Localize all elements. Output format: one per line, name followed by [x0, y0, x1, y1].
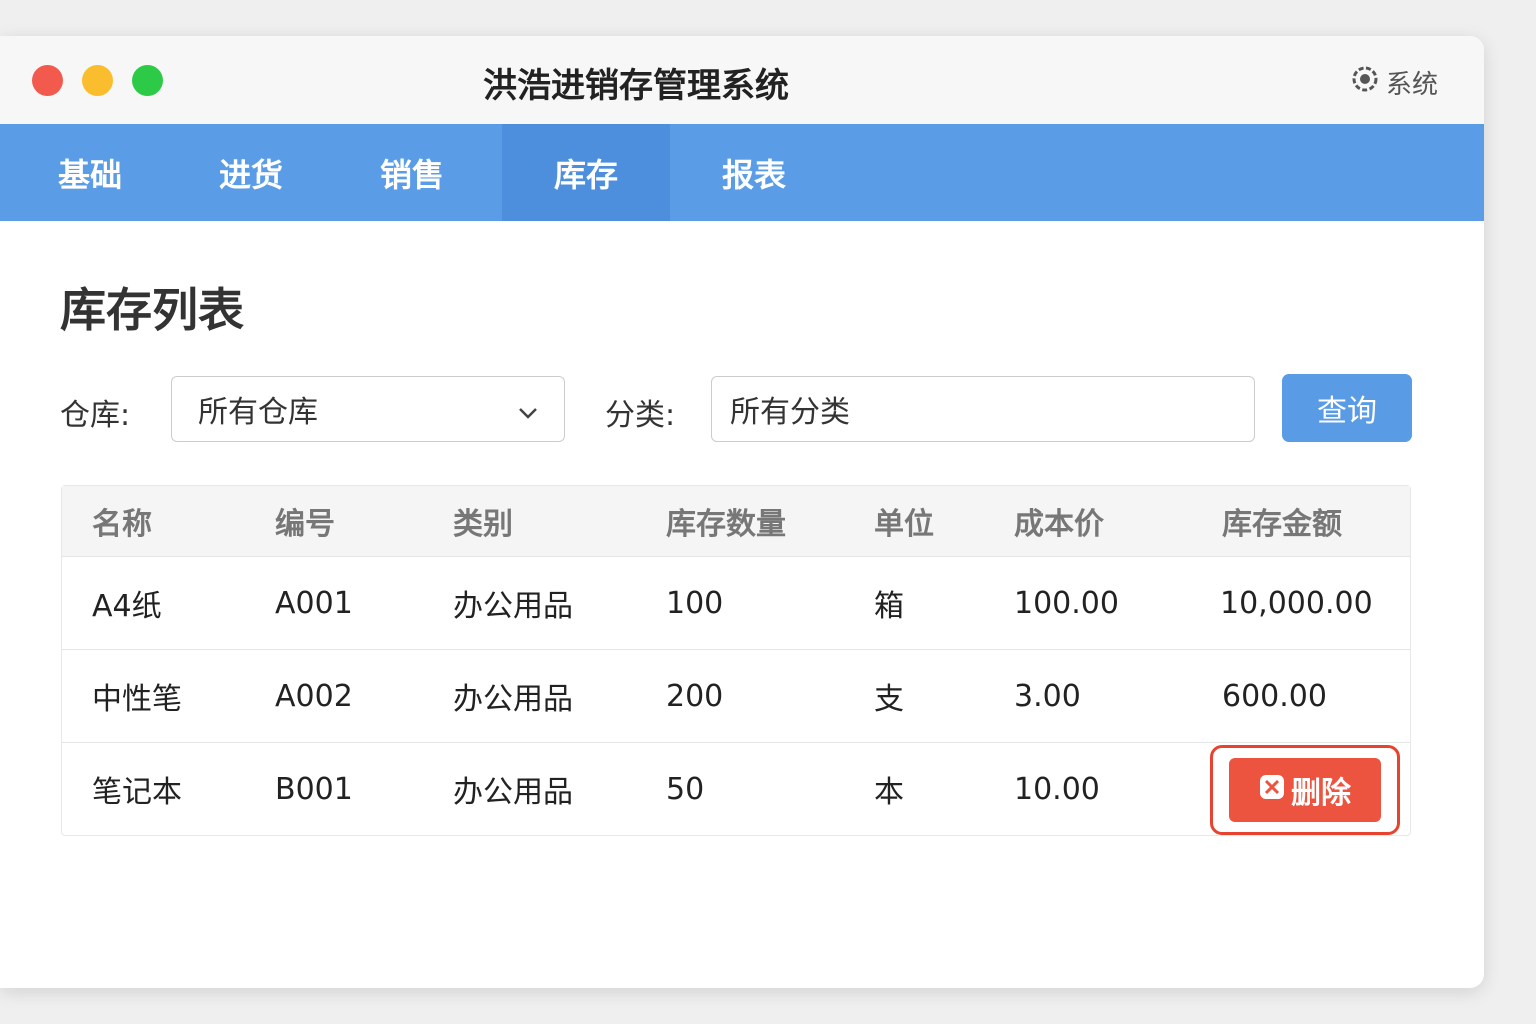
cell-quantity: 100	[666, 585, 724, 621]
app-window: 洪浩进销存管理系统 系统 基础 进货 销售 库存 报表 库存列表 仓库: 所有仓…	[0, 36, 1484, 988]
header-unit: 单位	[874, 507, 934, 542]
tab-reports[interactable]: 报表	[670, 124, 838, 221]
title-bar: 洪浩进销存管理系统 系统	[0, 36, 1484, 124]
cell-cost: 100.00	[1014, 585, 1119, 621]
header-code: 编号	[275, 507, 335, 542]
delete-button[interactable]: 删除	[1229, 758, 1381, 822]
cell-quantity: 50	[666, 771, 705, 807]
header-cost: 成本价	[1014, 507, 1104, 542]
gear-icon	[1350, 64, 1380, 101]
page-title: 库存列表	[60, 283, 244, 337]
cell-name: 笔记本	[92, 775, 182, 810]
cell-name: A4纸	[92, 589, 162, 624]
inventory-table: 名称 编号 类别 库存数量 单位 成本价 库存金额 A4纸 A001 办公用品 …	[61, 485, 1411, 836]
cell-cost: 3.00	[1014, 678, 1081, 714]
cell-cost: 10.00	[1014, 771, 1100, 807]
header-quantity: 库存数量	[666, 507, 786, 542]
query-button[interactable]: 查询	[1282, 374, 1412, 442]
cell-unit: 本	[874, 775, 904, 810]
cell-code: B001	[275, 771, 353, 807]
header-amount: 库存金额	[1222, 507, 1342, 542]
delete-label: 删除	[1291, 776, 1351, 811]
cell-unit: 箱	[874, 589, 904, 624]
warehouse-label: 仓库:	[60, 398, 131, 433]
tab-sales[interactable]: 销售	[322, 124, 502, 221]
cell-category: 办公用品	[453, 775, 573, 810]
cell-name: 中性笔	[92, 682, 182, 717]
app-title: 洪浩进销存管理系统	[483, 66, 789, 106]
tab-purchase[interactable]: 进货	[180, 124, 322, 221]
cell-code: A001	[275, 585, 353, 621]
table-row[interactable]: 笔记本 B001 办公用品 50 本 10.00 删除	[62, 742, 1410, 835]
main-nav: 基础 进货 销售 库存 报表	[0, 124, 1484, 221]
category-label: 分类:	[605, 398, 676, 433]
cell-category: 办公用品	[453, 589, 573, 624]
header-name: 名称	[92, 507, 152, 542]
cell-unit: 支	[874, 682, 904, 717]
category-input[interactable]: 所有分类	[711, 376, 1255, 442]
chevron-down-icon	[518, 392, 538, 427]
tab-inventory[interactable]: 库存	[502, 124, 670, 221]
cell-quantity: 200	[666, 678, 724, 714]
warehouse-select[interactable]: 所有仓库	[171, 376, 565, 442]
tab-basic[interactable]: 基础	[0, 124, 180, 221]
category-value: 所有分类	[730, 395, 850, 430]
table-row[interactable]: 中性笔 A002 办公用品 200 支 3.00 600.00	[62, 649, 1410, 742]
cell-category: 办公用品	[453, 682, 573, 717]
cell-code: A002	[275, 678, 353, 714]
cell-amount: 600.00	[1222, 678, 1327, 714]
delete-highlight: 删除	[1210, 745, 1400, 835]
table-row[interactable]: A4纸 A001 办公用品 100 箱 100.00 10,000.00	[62, 556, 1410, 649]
table-header: 名称 编号 类别 库存数量 单位 成本价 库存金额	[62, 486, 1410, 556]
system-label: 系统	[1385, 70, 1438, 100]
cell-amount: 10,000.00	[1220, 585, 1373, 621]
header-category: 类别	[453, 507, 513, 542]
system-menu-button[interactable]: 系统	[1350, 64, 1438, 101]
delete-icon	[1259, 773, 1285, 808]
warehouse-value: 所有仓库	[198, 395, 318, 430]
